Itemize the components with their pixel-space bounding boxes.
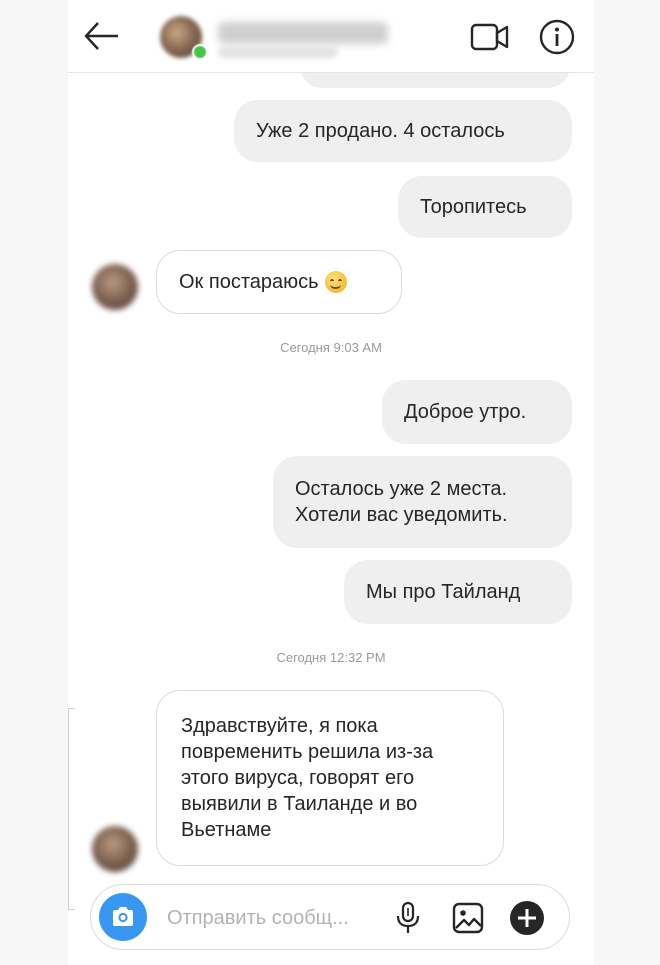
- microphone-icon: [396, 901, 420, 933]
- microphone-button[interactable]: [393, 901, 423, 935]
- message-text-line: этого вируса, говорят его: [181, 767, 415, 789]
- message-bubble-incoming[interactable]: Здравствуйте, я пока повременить решила …: [156, 690, 504, 866]
- contact-name[interactable]: [218, 22, 388, 44]
- more-options-button[interactable]: [509, 900, 545, 936]
- message-text-line: повременить решила из-за: [181, 741, 434, 763]
- arrow-left-icon: [84, 22, 118, 50]
- left-margin: [0, 0, 68, 965]
- video-call-button[interactable]: [470, 22, 510, 52]
- message-text: Ок постараюсь: [179, 271, 319, 293]
- sender-avatar[interactable]: [92, 826, 138, 872]
- gallery-button[interactable]: [451, 901, 485, 935]
- message-text-line: выявили в Таиланде и во: [181, 793, 418, 815]
- camera-icon: [113, 907, 133, 926]
- message-text: Торопитесь: [420, 196, 527, 218]
- message-bubble-outgoing[interactable]: Мы про Тайланд: [344, 560, 572, 624]
- message-input[interactable]: [165, 903, 389, 933]
- message-text-line: Осталось уже 2 места.: [295, 478, 508, 500]
- video-camera-icon: [470, 23, 509, 51]
- message-bubble-outgoing[interactable]: Уже 2 продано. 4 осталось: [234, 100, 572, 162]
- chat-header: [68, 0, 594, 73]
- message-text: Мы про Тайланд: [366, 581, 521, 603]
- camera-button[interactable]: [99, 893, 147, 941]
- message-text: Уже 2 продано. 4 осталось: [256, 120, 505, 142]
- smiling-face-icon: [324, 271, 347, 293]
- contact-subtitle: [218, 46, 338, 58]
- divider: [68, 708, 75, 910]
- message-text-line: Вьетнаме: [181, 819, 272, 841]
- image-icon: [452, 902, 484, 934]
- message-text: Доброе утро.: [404, 401, 527, 423]
- timestamp: Сегодня 9:03 AM: [280, 340, 382, 355]
- back-button[interactable]: [82, 18, 122, 54]
- info-button[interactable]: [538, 18, 576, 56]
- info-icon: [539, 19, 575, 55]
- right-margin: [594, 0, 660, 965]
- timestamp: Сегодня 12:32 PM: [276, 650, 386, 665]
- message-bubble-outgoing[interactable]: Торопитесь: [398, 176, 572, 238]
- message-bubble-outgoing[interactable]: Доброе утро.: [382, 380, 572, 444]
- message-text-line: Хотели вас уведомить.: [295, 504, 508, 526]
- message-bubble-incoming[interactable]: Ок постараюсь: [156, 250, 402, 314]
- plus-circle-icon: [510, 901, 544, 935]
- online-status-indicator: [192, 44, 208, 60]
- message-bubble-outgoing[interactable]: Осталось уже 2 места. Хотели вас уведоми…: [273, 456, 572, 548]
- message-text-line: Здравствуйте, я пока: [181, 715, 378, 737]
- message-composer: [90, 884, 570, 950]
- sender-avatar[interactable]: [92, 264, 138, 310]
